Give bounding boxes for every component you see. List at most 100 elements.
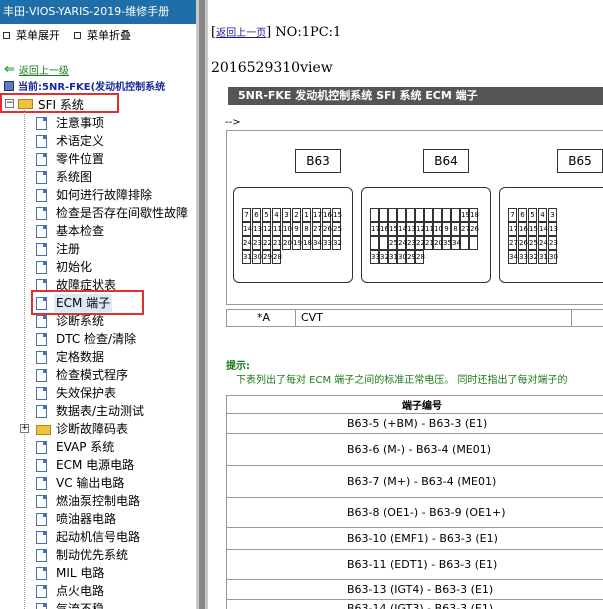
legend-value: CVT	[301, 311, 323, 324]
pin: 8	[451, 222, 460, 236]
pin: 3	[282, 208, 291, 222]
pin: 18	[302, 236, 312, 250]
connector-b63: 7 6 5 4 3 2 1 17 16 15 14 13 12 11 10 9 8 27 26 25 24 23 22 21 2…	[233, 187, 353, 283]
tree-item[interactable]: ECM 电源电路	[0, 456, 196, 474]
pin	[442, 208, 451, 222]
back-link[interactable]: 返回上一级	[19, 62, 69, 77]
terminal-table: 端子编号 B63-5 (+BM) - B63-3 (E1) B63-6 (M-) …	[226, 395, 603, 609]
pin: 11	[424, 222, 434, 236]
tree-item[interactable]: 检查模式程序	[0, 366, 196, 384]
pin: 33	[322, 236, 332, 250]
pin: 10	[282, 222, 292, 236]
navigation-pane: 丰田-VIOS-YARIS-2019-维修手册 菜单展开 菜单折叠 ⇐ 返回上一…	[0, 0, 196, 609]
menu-collapse-button[interactable]: 菜单折叠	[74, 27, 131, 43]
tree-item[interactable]: 喷油器电路	[0, 510, 196, 528]
pin: 8	[302, 222, 311, 236]
tree-item[interactable]: 系统图	[0, 168, 196, 186]
tree-item-label: VC 输出电路	[56, 476, 125, 490]
tree-item[interactable]: 失效保护表	[0, 384, 196, 402]
back-arrow-icon: ⇐	[4, 62, 15, 77]
pin: 31	[388, 250, 398, 264]
connector-label-b64: B64	[423, 149, 469, 173]
terminal-pair: B63-10 (EMF1) - B63-3 (E1)	[226, 527, 603, 550]
pin: 13	[252, 222, 262, 236]
tree-item[interactable]: 燃油泵控制电路	[0, 492, 196, 510]
tree-item[interactable]: 基本检查	[0, 222, 196, 240]
return-link[interactable]: 返回上一页	[216, 28, 266, 39]
pin: 21	[424, 236, 434, 250]
pin: 35	[442, 236, 452, 250]
connector-label-b63: B63	[295, 149, 341, 173]
terminal-pair: B63-7 (M+) - B63-4 (ME01)	[226, 465, 603, 498]
tree-item[interactable]: 数据表/主动测试	[0, 402, 196, 420]
tree-item-label: 制动优先系统	[56, 548, 129, 562]
pin: 29	[406, 250, 416, 264]
document-icon	[36, 351, 47, 364]
pin: 17	[508, 222, 518, 236]
document-icon	[36, 459, 47, 472]
expand-node-icon[interactable]: +	[20, 424, 29, 433]
connector-b65: 7 6 5 4 3 17 16 15 14 13 27 26 25 24 23 34 33 32 31 30	[499, 187, 603, 283]
tree-item[interactable]: 检查是否存在间歇性故障	[0, 204, 196, 222]
tree-item[interactable]: 点火电路	[0, 582, 196, 600]
current-location: 当前:5NR-FKE(发动机控制系统	[4, 78, 165, 93]
pin: 16	[518, 222, 528, 236]
document-icon	[36, 243, 47, 256]
back-link-row[interactable]: ⇐ 返回上一级	[4, 62, 69, 77]
pin: 24	[242, 236, 252, 250]
menu-expand-button[interactable]: 菜单展开	[3, 27, 60, 43]
pane-splitter[interactable]	[196, 0, 208, 609]
tree-item[interactable]: 气流不稳	[0, 600, 196, 609]
table-row: B63-7 (M+) - B63-4 (ME01)	[226, 465, 603, 498]
pin: 13	[548, 222, 558, 236]
tree-item[interactable]: 注册	[0, 240, 196, 258]
table-row: B63-13 (IGT4) - B63-3 (E1)	[226, 579, 603, 600]
pin: 12	[415, 222, 425, 236]
pin	[415, 208, 424, 222]
tree-item-label: 检查是否存在间歇性故障	[56, 206, 189, 220]
tree-item[interactable]: 起动机信号电路	[0, 528, 196, 546]
pin: 32	[379, 250, 389, 264]
page-nav: [返回上一页] NO:1PC:1	[211, 25, 342, 40]
tree-item[interactable]: 注意事项	[0, 114, 196, 132]
pin: 11	[272, 222, 282, 236]
arrow-text: -->	[225, 117, 241, 128]
document-icon	[36, 171, 47, 184]
tree-item[interactable]: 制动优先系统	[0, 546, 196, 564]
tree-item[interactable]: 零件位置	[0, 150, 196, 168]
tree-item[interactable]: EVAP 系统	[0, 438, 196, 456]
pin	[379, 208, 388, 222]
tree-item[interactable]: DTC 检查/清除	[0, 330, 196, 348]
tree-item-label: 喷油器电路	[56, 512, 117, 526]
pin: 23	[406, 236, 416, 250]
terminal-pair: B63-6 (M-) - B63-4 (ME01)	[226, 433, 603, 466]
pin: 4	[272, 208, 281, 222]
tree-item[interactable]: 如何进行故障排除	[0, 186, 196, 204]
pin	[460, 236, 469, 250]
document-icon	[36, 369, 47, 382]
pin: 16	[322, 208, 332, 222]
tree-item[interactable]: 初始化	[0, 258, 196, 276]
pin: 5	[262, 208, 271, 222]
legend-key: *A	[257, 311, 271, 324]
pin: 30	[548, 250, 558, 264]
highlight-box-root	[0, 93, 119, 113]
content-pane: [返回上一页] NO:1PC:1 2016529310view 5NR-FKE …	[208, 0, 603, 609]
tree-item-label: EVAP 系统	[56, 440, 115, 454]
pin: 34	[312, 236, 322, 250]
pin: 33	[370, 250, 380, 264]
tree-item-label: 点火电路	[56, 584, 105, 598]
tree-item-label: 起动机信号电路	[56, 530, 141, 544]
tree-item[interactable]: 定格数据	[0, 348, 196, 366]
tree-item[interactable]: + 诊断故障码表	[0, 420, 196, 438]
tree-item[interactable]: MIL 电路	[0, 564, 196, 582]
table-row: B63-11 (EDT1) - B63-3 (E1)	[226, 549, 603, 580]
tree-item[interactable]: 术语定义	[0, 132, 196, 150]
tree-item[interactable]: VC 输出电路	[0, 474, 196, 492]
pin: 14	[538, 222, 548, 236]
pin: 9	[292, 222, 301, 236]
terminal-pair: B63-8 (OE1-) - B63-9 (OE1+)	[226, 497, 603, 528]
document-icon	[36, 135, 47, 148]
menu-toolbar: 菜单展开 菜单折叠	[0, 24, 196, 46]
pin: 18	[469, 208, 479, 222]
